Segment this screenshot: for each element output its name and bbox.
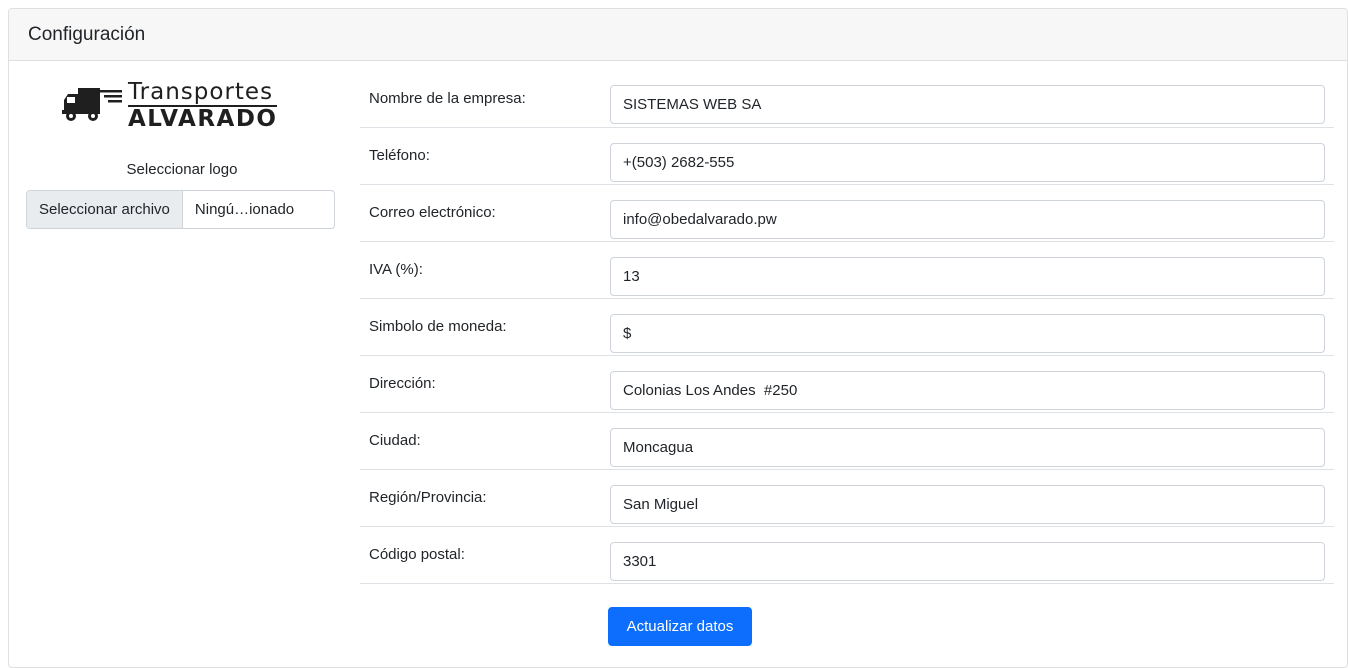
tax-input[interactable] xyxy=(610,257,1325,296)
form-row-phone: Teléfono: xyxy=(360,128,1334,185)
form-row-region: Región/Provincia: xyxy=(360,470,1334,527)
postal-code-input[interactable] xyxy=(610,542,1325,581)
field-label: Región/Provincia: xyxy=(369,489,487,506)
form-row-tax: IVA (%): xyxy=(360,242,1334,299)
form-row-city: Ciudad: xyxy=(360,413,1334,470)
settings-form: Nombre de la empresa: Teléfono: Correo e… xyxy=(360,71,1334,584)
currency-symbol-input[interactable] xyxy=(610,314,1325,353)
logo-file-input[interactable]: Seleccionar archivo Ningú…ionado xyxy=(26,190,335,229)
field-label: Simbolo de moneda: xyxy=(369,318,507,335)
city-input[interactable] xyxy=(610,428,1325,467)
address-input[interactable] xyxy=(610,371,1325,410)
company-name-input[interactable] xyxy=(610,85,1325,124)
email-input[interactable] xyxy=(610,200,1325,239)
field-label: Ciudad: xyxy=(369,432,421,449)
logo-line-2: ALVARADO xyxy=(128,106,278,132)
form-row-currency: Simbolo de moneda: xyxy=(360,299,1334,356)
logo-text: Transportes ALVARADO xyxy=(128,81,278,132)
company-logo: Transportes ALVARADO xyxy=(60,79,292,133)
phone-input[interactable] xyxy=(610,143,1325,182)
field-label: Teléfono: xyxy=(369,147,430,164)
select-logo-label: Seleccionar logo xyxy=(126,161,238,178)
field-label: Dirección: xyxy=(369,375,436,392)
region-input[interactable] xyxy=(610,485,1325,524)
form-row-company-name: Nombre de la empresa: xyxy=(360,71,1334,128)
form-row-postal-code: Código postal: xyxy=(360,527,1334,584)
form-row-address: Dirección: xyxy=(360,356,1334,413)
page-title: Configuración xyxy=(28,23,146,45)
settings-card: Configuración Transportes ALVARADO Selec… xyxy=(8,8,1348,668)
file-status: Ningú…ionado xyxy=(194,201,295,218)
truck-icon xyxy=(62,88,122,121)
field-label: Nombre de la empresa: xyxy=(369,90,526,107)
update-data-button[interactable]: Actualizar datos xyxy=(608,607,752,646)
logo-line-1: Transportes xyxy=(128,81,278,107)
field-label: Correo electrónico: xyxy=(369,204,496,221)
form-row-email: Correo electrónico: xyxy=(360,185,1334,242)
field-label: Código postal: xyxy=(369,546,465,563)
choose-file-button[interactable]: Seleccionar archivo xyxy=(27,191,183,228)
field-label: IVA (%): xyxy=(369,261,423,278)
card-header: Configuración xyxy=(9,9,1347,61)
